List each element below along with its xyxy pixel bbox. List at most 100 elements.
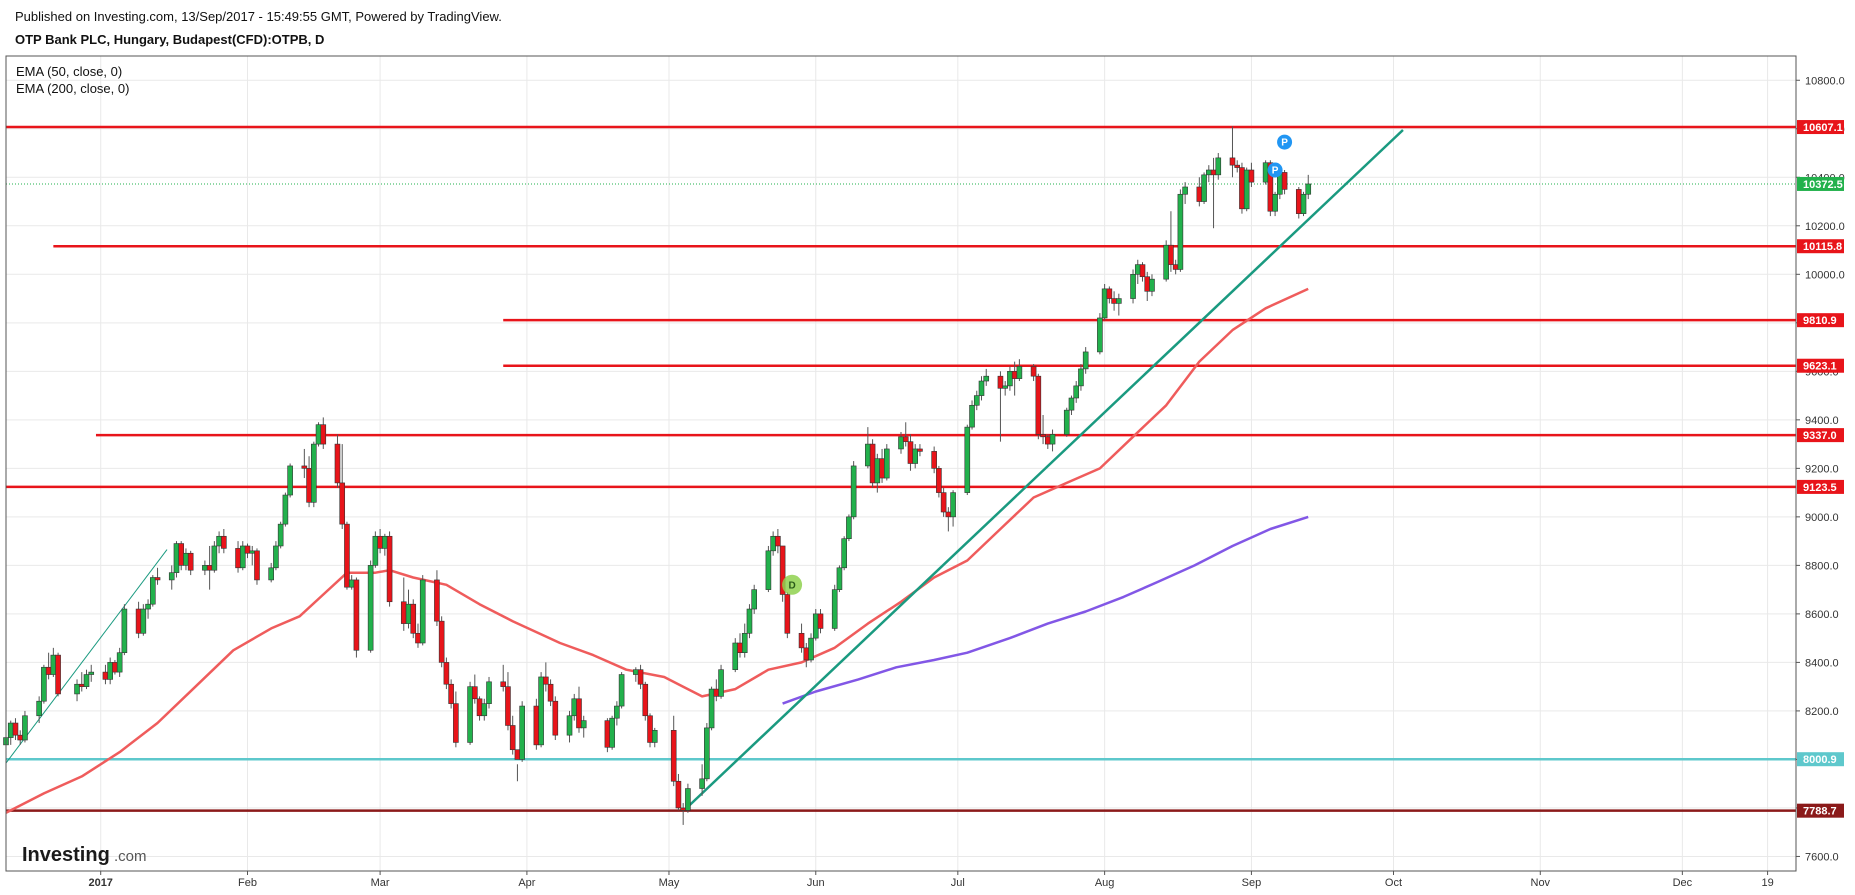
candle[interactable] bbox=[7, 720, 14, 745]
candle[interactable] bbox=[973, 390, 980, 411]
candle[interactable] bbox=[964, 424, 971, 496]
candle[interactable] bbox=[618, 672, 625, 709]
candle[interactable] bbox=[732, 638, 739, 673]
event-marker[interactable]: P bbox=[1267, 162, 1283, 178]
candle[interactable] bbox=[685, 783, 691, 813]
event-marker[interactable]: D bbox=[782, 574, 803, 595]
candle[interactable] bbox=[372, 531, 379, 568]
candle[interactable] bbox=[481, 698, 488, 721]
candle[interactable] bbox=[713, 679, 720, 702]
candle[interactable] bbox=[670, 715, 677, 787]
candle[interactable] bbox=[1049, 429, 1056, 452]
candle[interactable] bbox=[36, 696, 42, 724]
candle[interactable] bbox=[1272, 191, 1278, 217]
candle[interactable] bbox=[45, 652, 52, 680]
candle[interactable] bbox=[846, 514, 852, 542]
candle[interactable] bbox=[633, 667, 639, 682]
candle[interactable] bbox=[1305, 174, 1312, 200]
candle[interactable] bbox=[647, 713, 653, 748]
candle[interactable] bbox=[642, 681, 649, 721]
candle[interactable] bbox=[1139, 262, 1146, 282]
candle[interactable] bbox=[779, 545, 786, 602]
ema200-line[interactable] bbox=[782, 515, 1309, 705]
candle[interactable] bbox=[533, 698, 540, 750]
candle[interactable] bbox=[173, 541, 180, 578]
candle[interactable] bbox=[112, 659, 118, 675]
candle[interactable] bbox=[969, 400, 975, 430]
candle[interactable] bbox=[741, 623, 748, 658]
candle[interactable] bbox=[505, 672, 511, 731]
candle[interactable] bbox=[978, 376, 985, 401]
candle[interactable] bbox=[609, 715, 615, 750]
candle[interactable] bbox=[945, 507, 952, 532]
candle[interactable] bbox=[775, 528, 781, 554]
candle[interactable] bbox=[1243, 167, 1250, 212]
candle[interactable] bbox=[367, 560, 374, 653]
candle[interactable] bbox=[88, 664, 95, 682]
candle[interactable] bbox=[1229, 126, 1236, 178]
candle[interactable] bbox=[353, 577, 360, 658]
candle[interactable] bbox=[1116, 293, 1122, 316]
candle[interactable] bbox=[917, 444, 923, 457]
candle[interactable] bbox=[566, 710, 573, 743]
candle[interactable] bbox=[637, 664, 644, 690]
candle[interactable] bbox=[704, 723, 710, 782]
candle[interactable] bbox=[1106, 286, 1113, 304]
candle[interactable] bbox=[576, 686, 582, 733]
candle[interactable] bbox=[1262, 160, 1269, 185]
candle[interactable] bbox=[301, 448, 308, 479]
candle[interactable] bbox=[708, 686, 715, 731]
candle[interactable] bbox=[476, 696, 483, 721]
candle[interactable] bbox=[377, 528, 383, 554]
candle[interactable] bbox=[571, 693, 578, 721]
candle[interactable] bbox=[486, 676, 492, 709]
candle[interactable] bbox=[817, 609, 824, 634]
candle[interactable] bbox=[850, 461, 857, 520]
candle[interactable] bbox=[306, 456, 312, 508]
candle[interactable] bbox=[770, 531, 776, 556]
candle[interactable] bbox=[1210, 157, 1217, 229]
candle[interactable] bbox=[1082, 347, 1089, 374]
candle[interactable] bbox=[12, 718, 19, 741]
candle[interactable] bbox=[415, 623, 421, 648]
candle[interactable] bbox=[1168, 211, 1174, 272]
candle[interactable] bbox=[1215, 153, 1222, 180]
candle[interactable] bbox=[202, 560, 208, 576]
candle[interactable] bbox=[116, 647, 123, 677]
candle[interactable] bbox=[1030, 364, 1037, 382]
candle[interactable] bbox=[277, 521, 284, 549]
candle[interactable] bbox=[1111, 291, 1117, 311]
candle[interactable] bbox=[1130, 269, 1136, 304]
candle[interactable] bbox=[41, 664, 47, 704]
candle[interactable] bbox=[1101, 284, 1108, 321]
candle[interactable] bbox=[339, 444, 346, 529]
candle[interactable] bbox=[22, 710, 28, 743]
candle[interactable] bbox=[320, 417, 327, 449]
candle[interactable] bbox=[55, 652, 61, 697]
candle[interactable] bbox=[812, 609, 819, 641]
candle[interactable] bbox=[865, 427, 871, 469]
candle[interactable] bbox=[746, 604, 753, 639]
candle[interactable] bbox=[405, 589, 412, 629]
candle[interactable] bbox=[680, 803, 686, 825]
candle[interactable] bbox=[235, 541, 241, 573]
candle[interactable] bbox=[765, 545, 772, 593]
candle[interactable] bbox=[500, 664, 507, 692]
candle[interactable] bbox=[206, 545, 213, 590]
candle[interactable] bbox=[808, 633, 814, 663]
candle[interactable] bbox=[282, 492, 289, 527]
candle[interactable] bbox=[1134, 259, 1141, 285]
candle[interactable] bbox=[443, 657, 450, 690]
candle[interactable] bbox=[287, 463, 293, 498]
candle[interactable] bbox=[221, 528, 227, 554]
candle[interactable] bbox=[1201, 172, 1207, 204]
candle[interactable] bbox=[907, 434, 914, 471]
candle[interactable] bbox=[183, 548, 189, 571]
candle[interactable] bbox=[382, 533, 388, 556]
candle[interactable] bbox=[936, 465, 942, 498]
candle[interactable] bbox=[438, 616, 445, 668]
candle[interactable] bbox=[912, 444, 919, 469]
candle[interactable] bbox=[467, 681, 473, 745]
candle[interactable] bbox=[751, 584, 758, 614]
candle[interactable] bbox=[249, 545, 256, 566]
